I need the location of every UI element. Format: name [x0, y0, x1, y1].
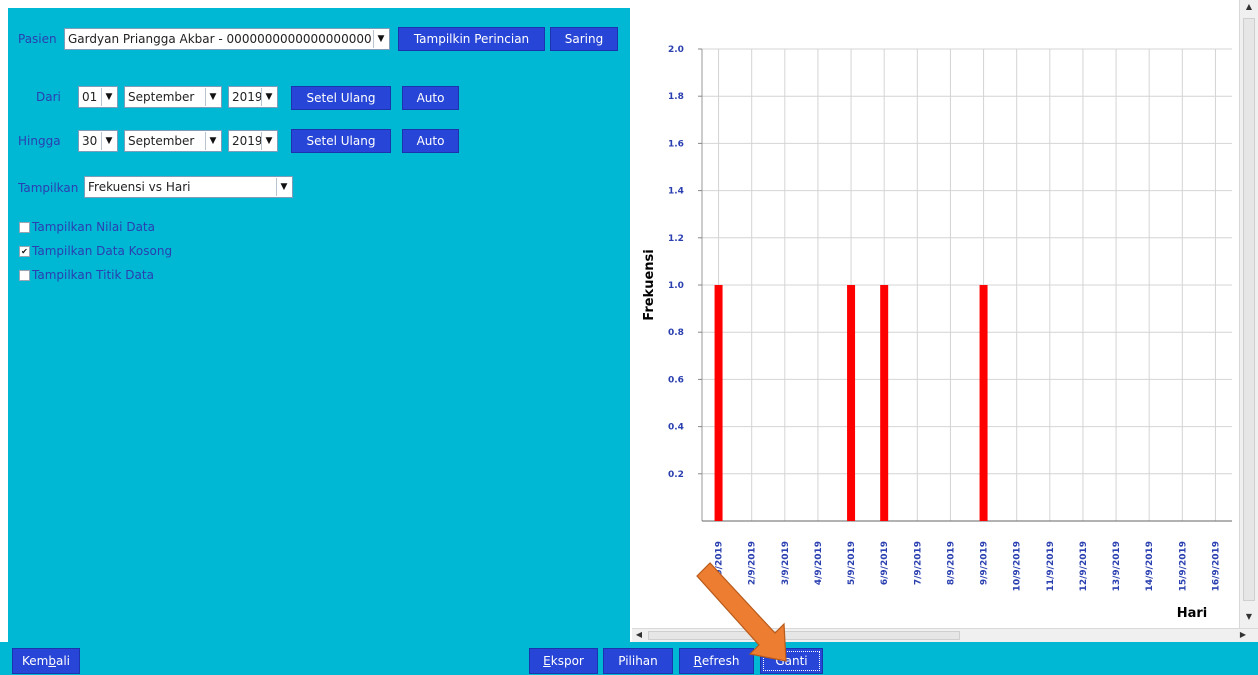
horizontal-scrollbar[interactable]: ◀ ▶ — [632, 628, 1258, 642]
back-accelerator: b — [48, 654, 56, 668]
to-month-select[interactable]: September ▼ — [124, 130, 222, 152]
display-select-value: Frekuensi vs Hari — [88, 180, 191, 194]
bar — [880, 285, 889, 521]
chevron-down-icon[interactable]: ▼ — [101, 88, 116, 106]
x-tick-label: 5/9/2019 — [847, 541, 857, 585]
y-tick-label: 1.8 — [668, 92, 684, 102]
refresh-button[interactable]: Refresh — [679, 648, 754, 674]
chevron-down-icon[interactable]: ▼ — [261, 132, 276, 150]
y-tick-label: 1.0 — [668, 281, 684, 291]
scroll-down-icon[interactable]: ▼ — [1242, 612, 1256, 621]
x-tick-label: 2/9/2019 — [748, 541, 758, 585]
show-data-values-checkbox[interactable]: Tampilkan Nilai Data — [19, 220, 155, 234]
change-label: Ganti — [775, 654, 808, 668]
back-label: Kem — [22, 654, 49, 668]
chevron-down-icon[interactable]: ▼ — [261, 88, 276, 106]
export-accelerator: E — [543, 654, 551, 668]
x-tick-label: 7/9/2019 — [913, 541, 923, 585]
scroll-thumb[interactable] — [1243, 18, 1255, 601]
x-tick-label: 6/9/2019 — [880, 541, 890, 585]
from-auto-button[interactable]: Auto — [402, 86, 459, 110]
x-tick-label: 4/9/2019 — [814, 541, 824, 585]
chart-area: 0.2 0.4 0.6 0.8 1.0 1.2 1.4 1.6 1.8 2.0 1/9/2019 2/… — [632, 0, 1239, 628]
x-tick-label: 13/9/2019 — [1112, 541, 1122, 591]
from-year-value: 2019 — [232, 90, 261, 104]
x-tick-label: 12/9/2019 — [1079, 541, 1089, 591]
checkbox-box[interactable] — [19, 221, 30, 233]
back-label-rest: ali — [55, 654, 70, 668]
x-tick-label: 11/9/2019 — [1046, 541, 1056, 591]
y-tick-label: 0.8 — [668, 328, 684, 338]
refresh-label: efresh — [701, 654, 740, 668]
chevron-down-icon[interactable]: ▼ — [205, 88, 220, 106]
from-label: Dari — [36, 90, 61, 104]
chevron-down-icon[interactable]: ▼ — [373, 30, 388, 48]
y-tick-label: 1.4 — [668, 187, 684, 197]
patient-select-value: Gardyan Priangga Akbar - 000000000000000… — [68, 32, 372, 46]
x-tick-label: 3/9/2019 — [781, 541, 791, 585]
refresh-accelerator: R — [693, 654, 702, 668]
options-label: Pilihan — [618, 654, 658, 668]
patient-select[interactable]: Gardyan Priangga Akbar - 000000000000000… — [64, 28, 390, 50]
frequency-chart: 0.2 0.4 0.6 0.8 1.0 1.2 1.4 1.6 1.8 2.0 1/9/2019 2/… — [642, 45, 1232, 621]
bar — [847, 285, 856, 521]
scroll-up-icon[interactable]: ▲ — [1242, 2, 1256, 11]
chevron-down-icon[interactable]: ▼ — [101, 132, 116, 150]
x-tick-label: 10/9/2019 — [1013, 541, 1023, 591]
display-label: Tampilkan — [18, 181, 79, 195]
y-axis-title: Frekuensi — [642, 249, 657, 320]
x-tick-label: 14/9/2019 — [1145, 541, 1155, 591]
to-day-value: 30 — [82, 134, 98, 148]
x-tick-label: 16/9/2019 — [1211, 541, 1221, 591]
scroll-left-icon[interactable]: ◀ — [632, 630, 646, 639]
options-button[interactable]: Pilihan — [603, 648, 673, 674]
patient-label: Pasien — [18, 32, 57, 46]
from-month-select[interactable]: September ▼ — [124, 86, 222, 108]
y-tick-label: 2.0 — [668, 45, 684, 55]
change-button[interactable]: Ganti — [760, 648, 823, 674]
bar — [979, 285, 988, 521]
x-tick-label: 8/9/2019 — [946, 541, 956, 585]
chevron-down-icon[interactable]: ▼ — [205, 132, 220, 150]
to-label: Hingga — [18, 134, 61, 148]
chevron-down-icon[interactable]: ▼ — [276, 178, 291, 196]
x-tick-label: 1/9/2019 — [715, 541, 725, 585]
checkbox-label: Tampilkan Data Kosong — [32, 244, 173, 258]
y-tick-label: 0.4 — [668, 423, 684, 433]
y-tick-label: 0.2 — [668, 470, 684, 480]
x-tick-label: 9/9/2019 — [980, 541, 990, 585]
x-tick-label: 15/9/2019 — [1178, 541, 1188, 591]
vertical-scrollbar[interactable]: ▲ ▼ — [1239, 0, 1258, 628]
to-reset-button[interactable]: Setel Ulang — [291, 129, 391, 153]
checkbox-box[interactable] — [19, 269, 30, 281]
to-auto-button[interactable]: Auto — [402, 129, 459, 153]
from-day-value: 01 — [82, 90, 98, 104]
to-year-value: 2019 — [232, 134, 261, 148]
checkbox-label: Tampilkan Nilai Data — [32, 220, 155, 234]
from-day-select[interactable]: 01 ▼ — [78, 86, 118, 108]
show-details-button[interactable]: Tampilkin Perincian — [398, 27, 545, 51]
check-icon[interactable]: ✔ — [19, 245, 30, 257]
back-button[interactable]: Kem b ali — [12, 648, 80, 674]
y-tick-label: 1.6 — [668, 139, 684, 149]
export-button[interactable]: Ekspor — [529, 648, 598, 674]
bar — [714, 285, 723, 521]
from-month-value: September — [128, 90, 195, 104]
to-month-value: September — [128, 134, 195, 148]
scroll-right-icon[interactable]: ▶ — [1236, 630, 1250, 639]
filter-button[interactable]: Saring — [550, 27, 618, 51]
export-label: kspor — [550, 654, 584, 668]
scroll-thumb[interactable] — [648, 631, 960, 640]
show-data-points-checkbox[interactable]: Tampilkan Titik Data — [19, 268, 154, 282]
checkbox-label: Tampilkan Titik Data — [32, 268, 154, 282]
from-reset-button[interactable]: Setel Ulang — [291, 86, 391, 110]
y-tick-label: 0.6 — [668, 375, 684, 385]
show-empty-data-checkbox[interactable]: ✔ Tampilkan Data Kosong — [19, 244, 172, 258]
to-year-select[interactable]: 2019 ▼ — [228, 130, 278, 152]
to-day-select[interactable]: 30 ▼ — [78, 130, 118, 152]
from-year-select[interactable]: 2019 ▼ — [228, 86, 278, 108]
y-tick-label: 1.2 — [668, 234, 684, 244]
display-select[interactable]: Frekuensi vs Hari ▼ — [84, 176, 293, 198]
x-axis-title: Hari — [1177, 606, 1208, 621]
